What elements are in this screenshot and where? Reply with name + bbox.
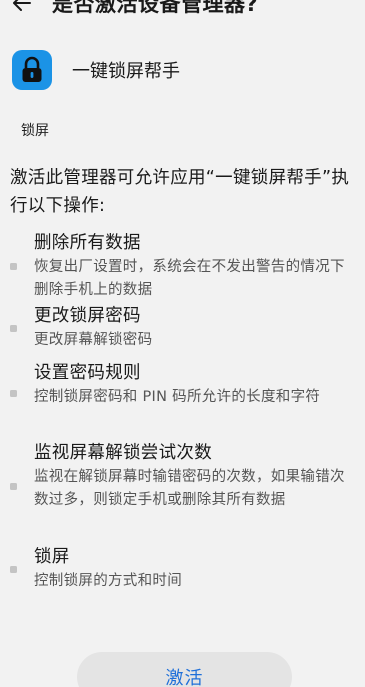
permission-item-wipe-data: 删除所有数据 恢复出厂设置时，系统会在不发出警告的情况下删除手机上的数据 [0,230,365,303]
app-icon [12,50,52,90]
lock-icon [22,56,42,82]
bullet-icon [10,325,17,332]
permission-description: 激活此管理器可允许应用“一键锁屏帮手”执行以下操作: [10,168,350,216]
back-button[interactable] [0,0,44,20]
permission-title: 监视屏幕解锁尝试次数 [34,443,212,463]
bullet-icon [10,263,17,270]
permission-item-change-password: 更改锁屏密码 更改屏幕解锁密码 [0,303,365,360]
top-bar: 是否激活设备管理器? [0,0,365,20]
back-arrow-icon [13,0,31,11]
page-title: 是否激活设备管理器? [52,0,259,16]
permission-title: 设置密码规则 [34,363,141,383]
permission-item-watch-unlock: 监视屏幕解锁尝试次数 监视在解锁屏幕时输错密码的次数，如果输错次数过多，则锁定手… [0,440,365,544]
permission-detail: 监视在解锁屏幕时输错密码的次数，如果输错次数过多，则锁定手机或删除其所有数据 [34,469,345,508]
permission-title: 更改锁屏密码 [34,306,141,326]
activate-button-label: 激活 [165,668,204,687]
permission-detail: 控制锁屏的方式和时间 [34,573,182,589]
permission-list: 删除所有数据 恢复出厂设置时，系统会在不发出警告的情况下删除手机上的数据 更改锁… [0,230,365,600]
app-name: 一键锁屏帮手 [72,61,180,82]
permission-detail: 恢复出厂设置时，系统会在不发出警告的情况下删除手机上的数据 [34,259,345,298]
permission-detail: 控制锁屏密码和 PIN 码所允许的长度和字符 [34,389,321,405]
permission-item-password-rules: 设置密码规则 控制锁屏密码和 PIN 码所允许的长度和字符 [0,360,365,440]
section-label: 锁屏 [21,123,49,139]
bullet-icon [10,390,17,397]
permission-item-lock-screen: 锁屏 控制锁屏的方式和时间 [0,544,365,600]
bullet-icon [10,483,17,490]
app-info: 一键锁屏帮手 [12,49,180,91]
permission-detail: 更改屏幕解锁密码 [34,332,153,348]
permission-title: 锁屏 [34,547,70,567]
bullet-icon [10,566,17,573]
device-admin-page: 是否激活设备管理器? 一键锁屏帮手 锁屏 激活此管理器可允许应用“一键锁屏帮手”… [0,0,365,687]
permission-title: 删除所有数据 [34,233,141,253]
activate-button[interactable]: 激活 [77,652,292,687]
